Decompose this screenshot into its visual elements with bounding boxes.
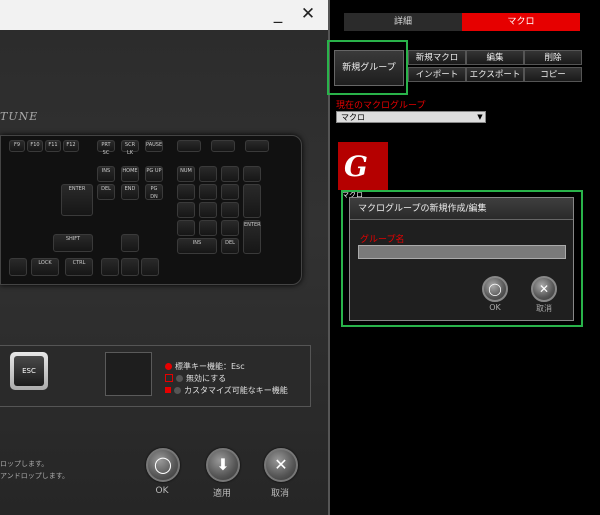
key-num-4[interactable] xyxy=(177,202,195,218)
minimize-icon[interactable]: _ xyxy=(268,4,288,24)
option-custom-key[interactable]: カスタマイズ可能なキー機能 xyxy=(165,384,288,396)
key-num-minus[interactable] xyxy=(243,166,261,182)
key-num-7[interactable] xyxy=(177,184,195,200)
tab-detail[interactable]: 詳細 xyxy=(344,13,462,31)
close-icon[interactable]: ✕ xyxy=(298,4,318,24)
key-arrow-down[interactable] xyxy=(121,258,139,276)
key-pgup[interactable]: PG UP xyxy=(145,166,163,182)
new-group-button[interactable]: 新規グループ xyxy=(334,50,404,86)
ok-circle-icon: ◯ xyxy=(488,282,502,296)
main-window: _ ✕ TUNE F9 F10 F11 F12 PRT SC SCR LK PA… xyxy=(0,0,328,515)
key-lock[interactable]: LOCK xyxy=(31,258,59,276)
key-scrlk[interactable]: SCR LK xyxy=(121,140,139,156)
group-name-label: グループ名 xyxy=(360,235,405,245)
key-num-1[interactable] xyxy=(177,220,195,236)
apply-button[interactable]: ⬇ xyxy=(206,448,240,482)
dialog-ok-button[interactable]: ◯ xyxy=(482,276,508,302)
drag-hint-text: ロップします。 アンドロップします。 xyxy=(0,458,69,482)
option-label: カスタマイズ可能なキー機能 xyxy=(184,385,288,395)
key-num-9[interactable] xyxy=(221,184,239,200)
key-windows[interactable] xyxy=(9,258,27,276)
cancel-x-icon: ✕ xyxy=(538,282,550,296)
key-media-play[interactable] xyxy=(211,140,235,152)
cancel-label: 取消 xyxy=(270,489,289,499)
cancel-x-icon: ✕ xyxy=(274,455,288,474)
key-num-del[interactable]: DEL xyxy=(221,238,239,254)
macro-group-select[interactable]: マクロ xyxy=(336,111,486,123)
key-pause[interactable]: PAUSE xyxy=(145,140,163,152)
key-home[interactable]: HOME xyxy=(121,166,139,182)
key-arrow-left[interactable] xyxy=(101,258,119,276)
apply-down-arrow-icon: ⬇ xyxy=(216,455,230,474)
tab-macro[interactable]: マクロ xyxy=(462,13,580,31)
hint-line: アンドロップします。 xyxy=(0,472,70,480)
key-arrow-up[interactable] xyxy=(121,234,139,252)
key-prtsc[interactable]: PRT SC xyxy=(97,140,115,156)
apply-label: 適用 xyxy=(212,489,231,499)
new-macro-button[interactable]: 新規マクロ xyxy=(408,50,466,65)
key-num-plus[interactable] xyxy=(243,184,261,218)
tune-logo: TUNE xyxy=(0,110,39,123)
option-label: 標準キー機能：Esc xyxy=(175,361,245,371)
ok-button[interactable]: ◯ xyxy=(146,448,180,482)
key-f10[interactable]: F10 xyxy=(27,140,43,152)
key-arrow-right[interactable] xyxy=(141,258,159,276)
key-ins[interactable]: INS xyxy=(97,166,115,182)
chevron-down-icon[interactable]: ▼ xyxy=(475,111,485,123)
dialog-cancel-label: 取消 xyxy=(536,304,552,313)
key-num-multiply[interactable] xyxy=(221,166,239,182)
g-tune-logo-icon: G xyxy=(344,150,368,183)
radio-icon xyxy=(174,386,181,394)
checkbox-icon xyxy=(165,374,173,382)
edit-button[interactable]: 編集 xyxy=(466,50,524,65)
key-num-6[interactable] xyxy=(221,202,239,218)
checkbox-icon xyxy=(165,387,171,393)
export-button[interactable]: エクスポート xyxy=(466,67,524,82)
cancel-button[interactable]: ✕ xyxy=(264,448,298,482)
key-f9[interactable]: F9 xyxy=(9,140,25,152)
key-media-prev[interactable] xyxy=(177,140,201,152)
key-del[interactable]: DEL xyxy=(97,184,115,200)
assignment-drop-box[interactable] xyxy=(105,352,152,396)
key-f12[interactable]: F12 xyxy=(63,140,79,152)
ok-label: OK xyxy=(155,486,169,496)
key-ctrl[interactable]: CTRL xyxy=(65,258,93,276)
radio-icon xyxy=(176,374,183,382)
import-button[interactable]: インポート xyxy=(408,67,466,82)
key-num-8[interactable] xyxy=(199,184,217,200)
key-num-3[interactable] xyxy=(221,220,239,236)
ok-circle-icon: ◯ xyxy=(154,455,172,474)
key-f11[interactable]: F11 xyxy=(45,140,61,152)
key-num-2[interactable] xyxy=(199,220,217,236)
selected-key: ESC xyxy=(14,356,44,386)
key-enter[interactable]: ENTER xyxy=(61,184,93,216)
key-num-5[interactable] xyxy=(199,202,217,218)
option-standard-key[interactable]: 標準キー機能：Esc xyxy=(165,360,245,372)
dialog-cancel-button[interactable]: ✕ xyxy=(531,276,557,302)
key-pgdn[interactable]: PG DN xyxy=(145,184,163,200)
key-num-divide[interactable] xyxy=(199,166,217,182)
key-num-0[interactable]: INS xyxy=(177,238,217,254)
key-num[interactable]: NUM xyxy=(177,166,195,182)
group-name-input[interactable] xyxy=(358,245,566,259)
dialog-ok-label: OK xyxy=(489,303,501,312)
key-end[interactable]: END xyxy=(121,184,139,200)
key-media-next[interactable] xyxy=(245,140,269,152)
key-shift[interactable]: SHIFT xyxy=(53,234,93,252)
keyboard-image: F9 F10 F11 F12 PRT SC SCR LK PAUSE INS H… xyxy=(0,135,302,285)
hint-line: ロップします。 xyxy=(0,460,49,468)
copy-button[interactable]: コピー xyxy=(524,67,582,82)
dialog-title: マクログループの新規作成/編集 xyxy=(350,198,573,220)
current-group-label: 現在のマクログループ xyxy=(336,101,426,111)
delete-button[interactable]: 削除 xyxy=(524,50,582,65)
option-disable[interactable]: 無効にする xyxy=(165,372,226,384)
radio-selected-icon xyxy=(165,362,172,370)
key-num-enter[interactable]: ENTER xyxy=(243,220,261,254)
option-label: 無効にする xyxy=(186,373,227,383)
